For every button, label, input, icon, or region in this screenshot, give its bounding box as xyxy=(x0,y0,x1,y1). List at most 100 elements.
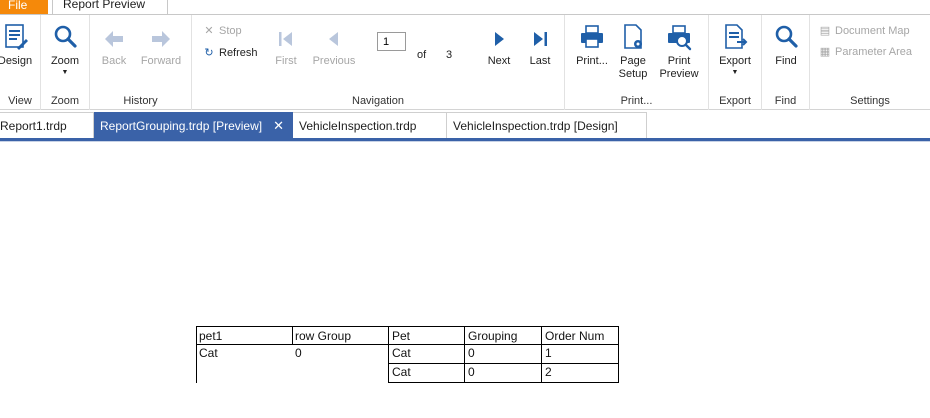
previous-label: Previous xyxy=(312,55,356,67)
grid-line xyxy=(541,326,542,383)
export-group-label: Export xyxy=(719,95,751,107)
grid-line xyxy=(388,382,619,383)
chevron-down-icon: ▼ xyxy=(61,69,69,76)
grid-line xyxy=(196,344,619,345)
print-label: Print... xyxy=(576,55,608,67)
tab-label: Report1.trdp xyxy=(0,119,67,133)
report-preview-tab[interactable]: Report Preview xyxy=(52,0,168,15)
table-row: 1 xyxy=(545,346,552,360)
next-page-button[interactable]: Next xyxy=(482,27,516,68)
settings-group-label: Settings xyxy=(850,95,890,107)
header-pet: Pet xyxy=(392,329,411,343)
page-setup-button[interactable]: Page Setup xyxy=(615,23,651,81)
group-row-value: 0 xyxy=(295,346,302,360)
header-row-group: row Group xyxy=(295,329,352,343)
design-label: Design xyxy=(0,55,33,67)
back-button[interactable]: Back xyxy=(96,27,132,68)
tab-vehicle-inspection[interactable]: VehicleInspection.trdp xyxy=(293,112,447,138)
page-number-input[interactable] xyxy=(377,32,406,51)
refresh-button[interactable]: ↻ Refresh xyxy=(202,45,258,61)
table-row: Cat xyxy=(392,365,411,379)
grid-line xyxy=(196,326,197,383)
table-row: 2 xyxy=(545,365,552,379)
print-preview-label-2: Preview xyxy=(659,68,699,80)
arrow-right-icon xyxy=(152,31,170,47)
first-page-icon xyxy=(279,32,292,46)
last-label: Last xyxy=(529,55,551,67)
next-label: Next xyxy=(487,55,511,67)
print-preview-label-1: Print xyxy=(667,55,691,67)
first-page-button[interactable]: First xyxy=(270,27,302,68)
view-group: Design View xyxy=(0,15,41,110)
export-button[interactable]: Export ▼ xyxy=(713,23,757,77)
printer-icon xyxy=(581,25,603,48)
tab-under-line xyxy=(0,141,930,142)
view-group-label: View xyxy=(8,95,32,107)
forward-button[interactable]: Forward xyxy=(136,27,186,68)
ribbon-tab-strip: File Report Preview xyxy=(0,0,930,15)
tab-label: ReportGrouping.trdp [Preview] xyxy=(100,119,263,133)
last-page-button[interactable]: Last xyxy=(523,27,557,68)
parameter-area-icon: ▦ xyxy=(819,46,831,58)
last-page-icon xyxy=(534,32,547,46)
zoom-label: Zoom xyxy=(50,55,80,67)
document-tab-bar: Report1.trdp ReportGrouping.trdp [Previe… xyxy=(0,112,930,139)
design-icon xyxy=(5,24,28,50)
header-grouping: Grouping xyxy=(468,329,518,343)
design-button[interactable]: Design xyxy=(0,23,36,68)
table-row: 0 xyxy=(468,365,475,379)
document-map-icon: ▤ xyxy=(819,25,831,37)
find-group-label: Find xyxy=(774,95,797,107)
document-map-button[interactable]: ▤ Document Map xyxy=(818,23,910,39)
ribbon: Design View Zoom ▼ Zoom Back Forward His… xyxy=(0,14,930,110)
parameter-area-label: Parameter Area xyxy=(835,46,913,58)
export-icon xyxy=(725,24,748,49)
history-group: Back Forward History xyxy=(90,15,192,110)
refresh-icon: ↻ xyxy=(204,47,214,59)
history-group-label: History xyxy=(123,95,158,107)
forward-label: Forward xyxy=(140,55,182,67)
page-setup-label-2: Setup xyxy=(618,68,648,80)
print-button[interactable]: Print... xyxy=(569,23,615,68)
print-preview-button[interactable]: Print Preview xyxy=(655,23,703,81)
of-label: of xyxy=(417,49,427,61)
find-label: Find xyxy=(775,55,797,67)
stop-label: Stop xyxy=(219,25,242,37)
tab-report-grouping-preview[interactable]: ReportGrouping.trdp [Preview] ✕ xyxy=(94,112,293,138)
page-setup-label-1: Page xyxy=(620,55,646,67)
total-pages-label: 3 xyxy=(446,49,453,61)
tab-vehicle-inspection-design[interactable]: VehicleInspection.trdp [Design] xyxy=(447,112,647,138)
export-group: Export ▼ Export xyxy=(709,15,762,110)
print-preview-icon xyxy=(668,25,692,51)
grid-line xyxy=(292,326,293,345)
header-order-num: Order Num xyxy=(545,329,605,343)
back-label: Back xyxy=(101,55,127,67)
tab-label: VehicleInspection.trdp [Design] xyxy=(453,119,618,133)
navigation-group-label: Navigation xyxy=(352,95,404,107)
file-tab[interactable]: File xyxy=(0,0,48,14)
previous-page-icon xyxy=(329,32,338,46)
zoom-button[interactable]: Zoom ▼ xyxy=(44,23,86,77)
grid-line xyxy=(388,326,389,383)
previous-page-button[interactable]: Previous xyxy=(308,27,360,68)
refresh-label: Refresh xyxy=(219,47,258,59)
print-group: Print... Page Setup Print Preview Print.… xyxy=(565,15,709,110)
table-row: Cat xyxy=(392,346,411,360)
next-page-icon xyxy=(495,32,504,46)
zoom-group-label: Zoom xyxy=(50,95,80,107)
find-icon xyxy=(775,25,798,48)
navigation-group: ✕ Stop ↻ Refresh First Previous of 3 Next xyxy=(192,15,565,110)
close-icon[interactable]: ✕ xyxy=(273,113,284,139)
page-setup-icon xyxy=(624,24,642,49)
grid-line xyxy=(464,326,465,383)
find-button[interactable]: Find xyxy=(766,23,806,68)
grid-line xyxy=(196,326,619,327)
settings-group: ▤ Document Map ▦ Parameter Area Settings xyxy=(810,15,930,110)
first-label: First xyxy=(275,55,297,67)
parameter-area-button[interactable]: ▦ Parameter Area xyxy=(818,44,912,60)
tab-report1[interactable]: Report1.trdp xyxy=(0,112,94,138)
group-pet-value: Cat xyxy=(199,346,218,360)
grid-line xyxy=(618,326,619,383)
stop-button[interactable]: ✕ Stop xyxy=(202,23,242,39)
grid-line xyxy=(388,363,619,364)
